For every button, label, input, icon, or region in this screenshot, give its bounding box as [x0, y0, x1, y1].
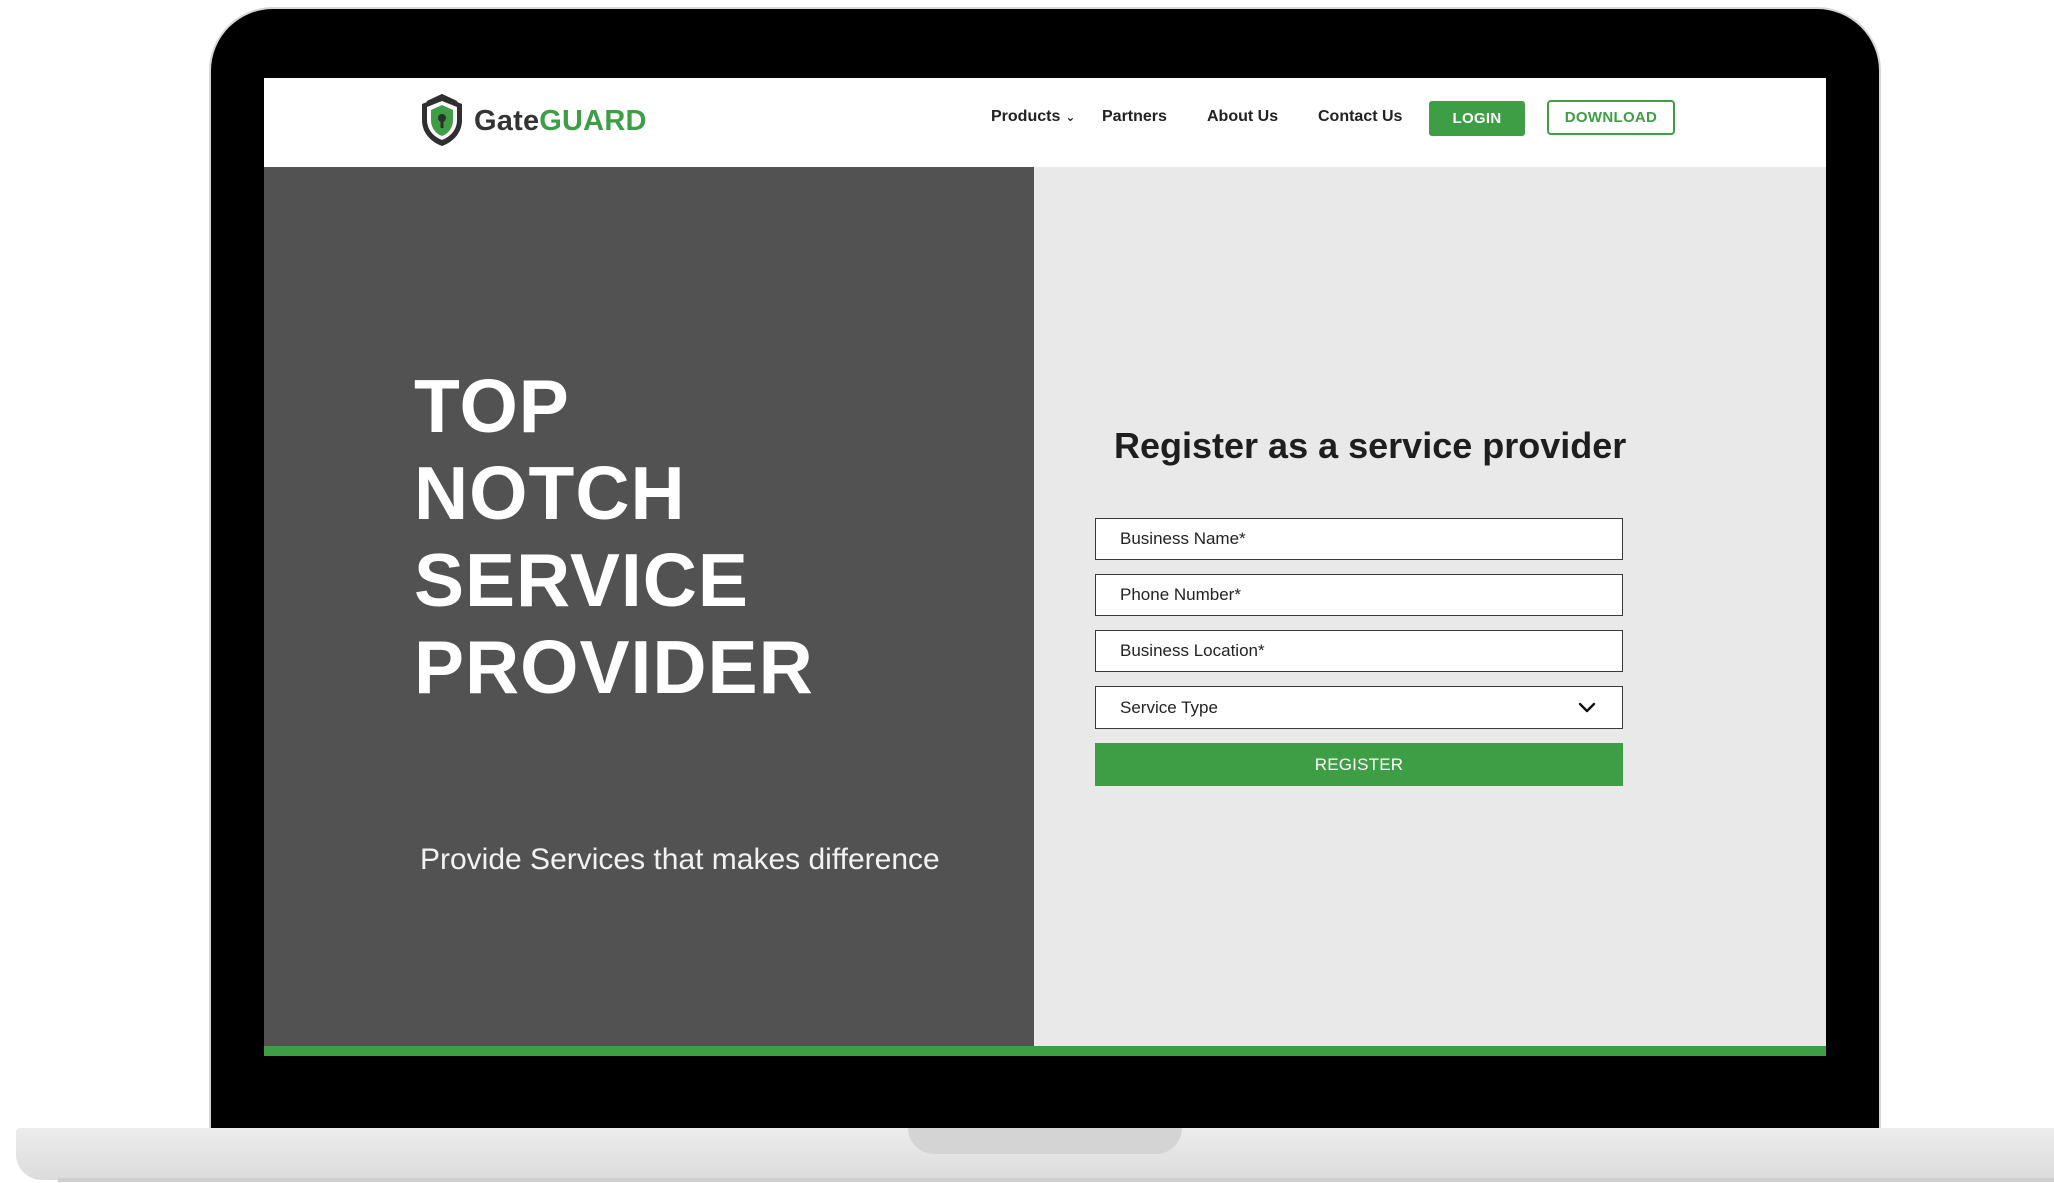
phone-number-field[interactable] — [1095, 574, 1623, 616]
register-button[interactable]: REGISTER — [1095, 743, 1623, 786]
nav-item-products[interactable]: Products ⌄ — [991, 108, 1075, 126]
form-title: Register as a service provider — [1114, 425, 1627, 466]
nav-item-partners[interactable]: Partners — [1102, 108, 1167, 126]
business-location-field[interactable] — [1095, 630, 1623, 672]
hero-heading: TOP NOTCH SERVICE PROVIDER — [414, 363, 814, 711]
hero-heading-line: NOTCH — [414, 451, 686, 535]
service-type-value: Service Type — [1120, 698, 1218, 717]
hero-left-panel: TOP NOTCH SERVICE PROVIDER Provide Servi… — [264, 167, 1034, 1047]
laptop-screen: GateGUARD Products ⌄ Partners About Us Co… — [264, 78, 1826, 1056]
login-button[interactable]: LOGIN — [1429, 101, 1525, 136]
chevron-down-icon: ⌄ — [1065, 110, 1076, 124]
mockup-stage: GateGUARD Products ⌄ Partners About Us Co… — [0, 0, 2054, 1183]
hero-heading-line: PROVIDER — [414, 625, 814, 709]
business-name-field[interactable] — [1095, 518, 1623, 560]
download-button[interactable]: DOWNLOAD — [1547, 100, 1675, 135]
laptop-notch — [908, 1128, 1182, 1154]
nav-item-contact-us[interactable]: Contact Us — [1318, 108, 1402, 126]
laptop-base-shadow — [58, 1178, 2054, 1182]
service-type-select[interactable]: Service Type — [1095, 686, 1623, 729]
nav-item-about-us[interactable]: About Us — [1207, 108, 1278, 126]
hero-heading-line: SERVICE — [414, 538, 749, 622]
navbar: GateGUARD Products ⌄ Partners About Us Co… — [264, 78, 1826, 167]
bottom-accent-bar — [264, 1046, 1826, 1056]
chevron-down-icon — [1578, 702, 1596, 713]
hero-heading-line: TOP — [414, 364, 570, 448]
hero-subtitle: Provide Services that makes difference — [420, 843, 940, 876]
nav-item-label: Products — [991, 108, 1061, 125]
